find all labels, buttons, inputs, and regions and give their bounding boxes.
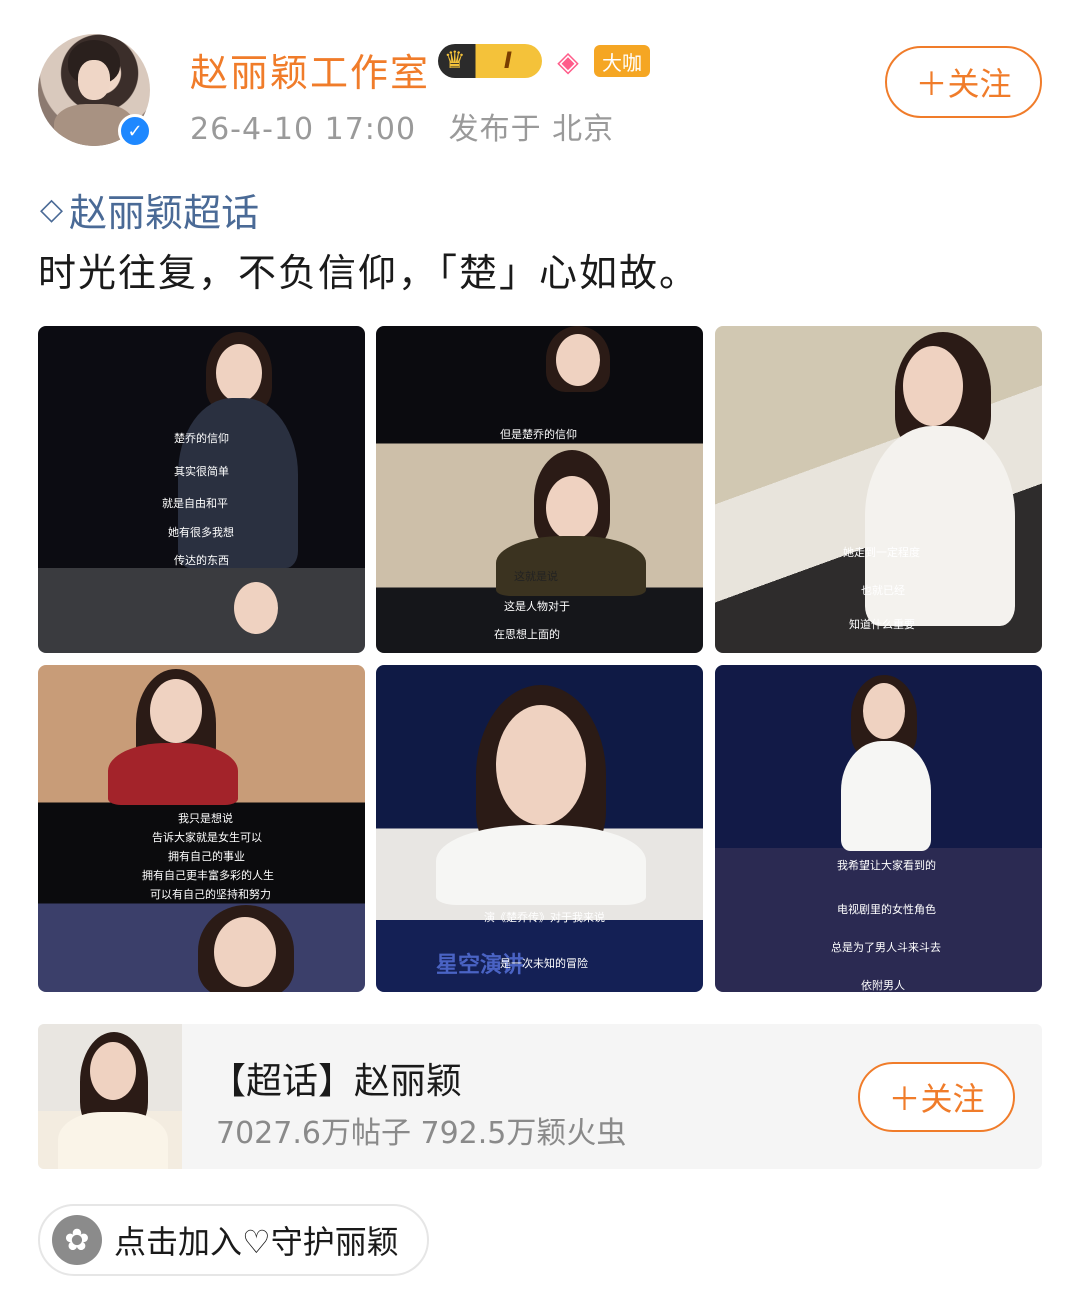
post-image-3[interactable]: 她走到一定程度 也就已经 知道什么重要 [715, 326, 1042, 653]
figure-head [234, 582, 278, 634]
image-caption: 告诉大家就是女生可以 [152, 831, 262, 844]
author-name[interactable]: 赵丽颖工作室 [190, 42, 430, 97]
vip-badge[interactable]: ♛ I [438, 44, 542, 78]
image-caption: 在思想上面的 [494, 628, 560, 641]
vip-level: I [503, 48, 512, 74]
figure-head [216, 344, 262, 402]
image-caption: 其实很简单 [174, 465, 229, 478]
figure-body [436, 825, 646, 905]
post-meta: 26-4-10 17:00 发布于 北京 [190, 104, 614, 148]
topic-title: 【超话】赵丽颖 [210, 1061, 463, 1102]
join-guard-button[interactable]: ✿ 点击加入♡守护丽颖 [38, 1204, 429, 1276]
figure-body [496, 536, 646, 596]
figure-head [214, 917, 276, 987]
image-caption: 知道什么重要 [849, 618, 915, 631]
image-caption: 传达的东西 [174, 554, 229, 567]
verified-check-icon: ✓ [118, 114, 152, 148]
post-image-2[interactable]: 但是楚乔的信仰 这就是说 这是人物对于 在思想上面的 [376, 326, 703, 653]
image-caption: 这是人物对于 [504, 600, 570, 613]
image-caption: 楚乔的信仰 [174, 432, 229, 445]
topic-follow-button[interactable]: ＋关注 [858, 1062, 1015, 1132]
flower-icon: ✿ [52, 1215, 102, 1265]
figure-body [58, 1112, 168, 1169]
post-image-1[interactable]: 楚乔的信仰 其实很简单 就是自由和平 她有很多我想 传达的东西 [38, 326, 365, 653]
post-image-6[interactable]: 我希望让大家看到的 电视剧里的女性角色 总是为了男人斗来斗去 依附男人 [715, 665, 1042, 992]
join-label: 点击加入♡守护丽颖 [114, 1223, 399, 1261]
figure-head [90, 1042, 136, 1100]
image-caption: 她走到一定程度 [843, 546, 920, 559]
figure-body [108, 743, 238, 805]
crown-icon: ♛ [444, 46, 466, 74]
image-caption: 也就已经 [861, 584, 905, 597]
post-image-4[interactable]: 我只是想说 告诉大家就是女生可以 拥有自己的事业 拥有自己更丰富多彩的人生 可以… [38, 665, 365, 992]
image-caption: 这就是说 [514, 570, 558, 583]
image-caption: 我希望让大家看到的 [837, 859, 936, 872]
image-caption: 拥有自己的事业 [168, 850, 245, 863]
post-location: 发布于 北京 [448, 112, 615, 147]
image-caption: 拥有自己更丰富多彩的人生 [142, 869, 274, 882]
post-timestamp: 26-4-10 17:00 [190, 112, 417, 147]
diamond-badge-icon[interactable]: ◈ [548, 44, 588, 78]
image-caption: 但是楚乔的信仰 [500, 428, 577, 441]
image-caption: 电视剧里的女性角色 [837, 903, 936, 916]
post-header: ✓ 赵丽颖工作室 ♛ I ◈ 大咖 26-4-10 17:00 发布于 北京 ＋… [38, 34, 1042, 152]
image-caption: 可以有自己的坚持和努力 [150, 888, 271, 901]
post-text: 时光往复，不负信仰，「楚」心如故。 [38, 251, 700, 295]
rank-badge[interactable]: 大咖 [594, 45, 650, 77]
image-caption: 总是为了男人斗来斗去 [831, 941, 941, 954]
figure-head [546, 476, 598, 540]
figure-head [496, 705, 586, 825]
follow-button[interactable]: ＋关注 [885, 46, 1042, 118]
image-caption: 我只是想说 [178, 812, 233, 825]
image-caption: 她有很多我想 [168, 526, 234, 539]
image-caption: 是一次未知的冒险 [500, 957, 588, 970]
diamond-icon: ◇ [40, 192, 64, 227]
super-topic-card[interactable]: 【超话】赵丽颖 7027.6万帖子 792.5万颖火虫 ＋关注 [38, 1024, 1042, 1169]
figure-head [863, 683, 905, 739]
avatar-face [78, 60, 110, 100]
topic-thumbnail [38, 1024, 182, 1169]
image-caption: 演《楚乔传》对于我来说 [484, 911, 605, 924]
figure-head [903, 346, 963, 426]
topic-tag-link[interactable]: ◇ 赵丽颖超话 [40, 182, 259, 237]
figure-head [556, 334, 600, 386]
author-badges: ♛ I ◈ 大咖 [438, 44, 650, 78]
image-grid: 楚乔的信仰 其实很简单 就是自由和平 她有很多我想 传达的东西 但是楚乔的信仰 … [38, 326, 1042, 992]
post-image-5[interactable]: 演《楚乔传》对于我来说 星空演讲 是一次未知的冒险 [376, 665, 703, 992]
topic-stats: 7027.6万帖子 792.5万颖火虫 [216, 1116, 627, 1151]
topic-tag-label: 赵丽颖超话 [69, 191, 260, 235]
figure-body [178, 398, 298, 568]
figure-body [841, 741, 931, 851]
figure-head [150, 679, 202, 743]
image-caption: 就是自由和平 [162, 497, 228, 510]
image-caption: 依附男人 [861, 979, 905, 992]
